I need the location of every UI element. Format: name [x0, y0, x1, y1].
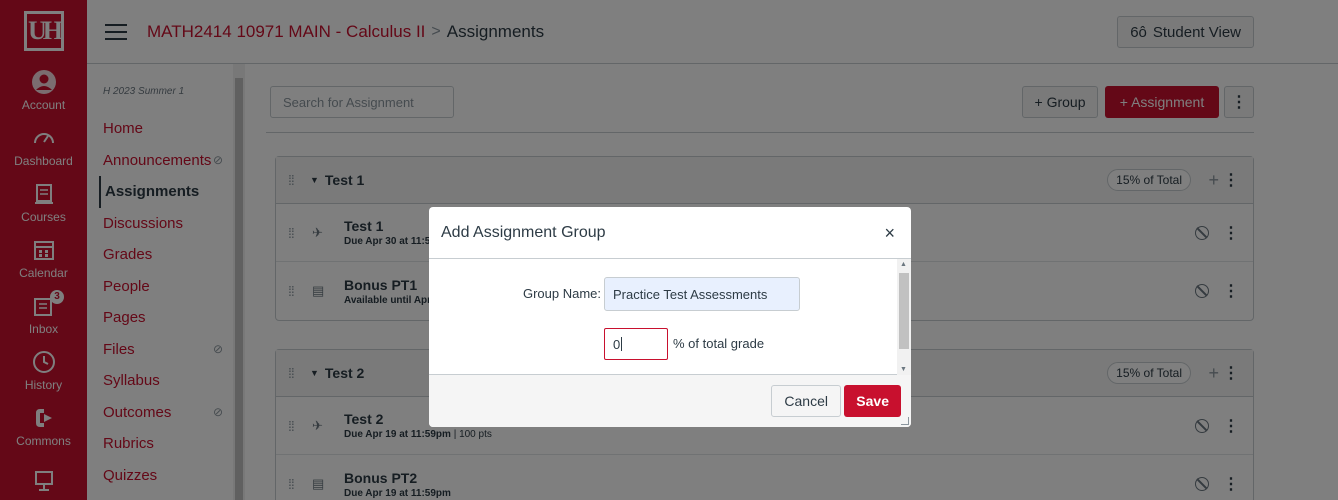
text-cursor — [621, 337, 623, 351]
group-name-label: Group Name: — [522, 286, 601, 301]
add-assignment-group-dialog: Add Assignment Group × Group Name: Pract… — [429, 207, 911, 427]
dialog-footer: Cancel Save — [429, 375, 911, 427]
scroll-up-icon[interactable]: ▲ — [900, 261, 907, 268]
save-button[interactable]: Save — [844, 385, 901, 417]
scroll-down-icon[interactable]: ▼ — [900, 366, 907, 373]
percent-value: 0 — [613, 336, 621, 352]
dialog-scrollbar[interactable]: ▲ ▼ — [897, 259, 911, 375]
dialog-title: Add Assignment Group — [441, 223, 606, 241]
scrollbar-thumb[interactable] — [899, 273, 909, 349]
group-name-input[interactable]: Practice Test Assessments — [604, 277, 800, 311]
resize-handle-icon[interactable] — [901, 417, 909, 425]
dialog-body: Group Name: Practice Test Assessments 0 … — [429, 259, 911, 375]
close-icon[interactable]: × — [884, 223, 895, 244]
cancel-button[interactable]: Cancel — [771, 385, 841, 417]
percent-label: % of total grade — [673, 336, 765, 351]
percent-input[interactable]: 0 — [604, 328, 668, 360]
dialog-header: Add Assignment Group × — [429, 207, 911, 259]
